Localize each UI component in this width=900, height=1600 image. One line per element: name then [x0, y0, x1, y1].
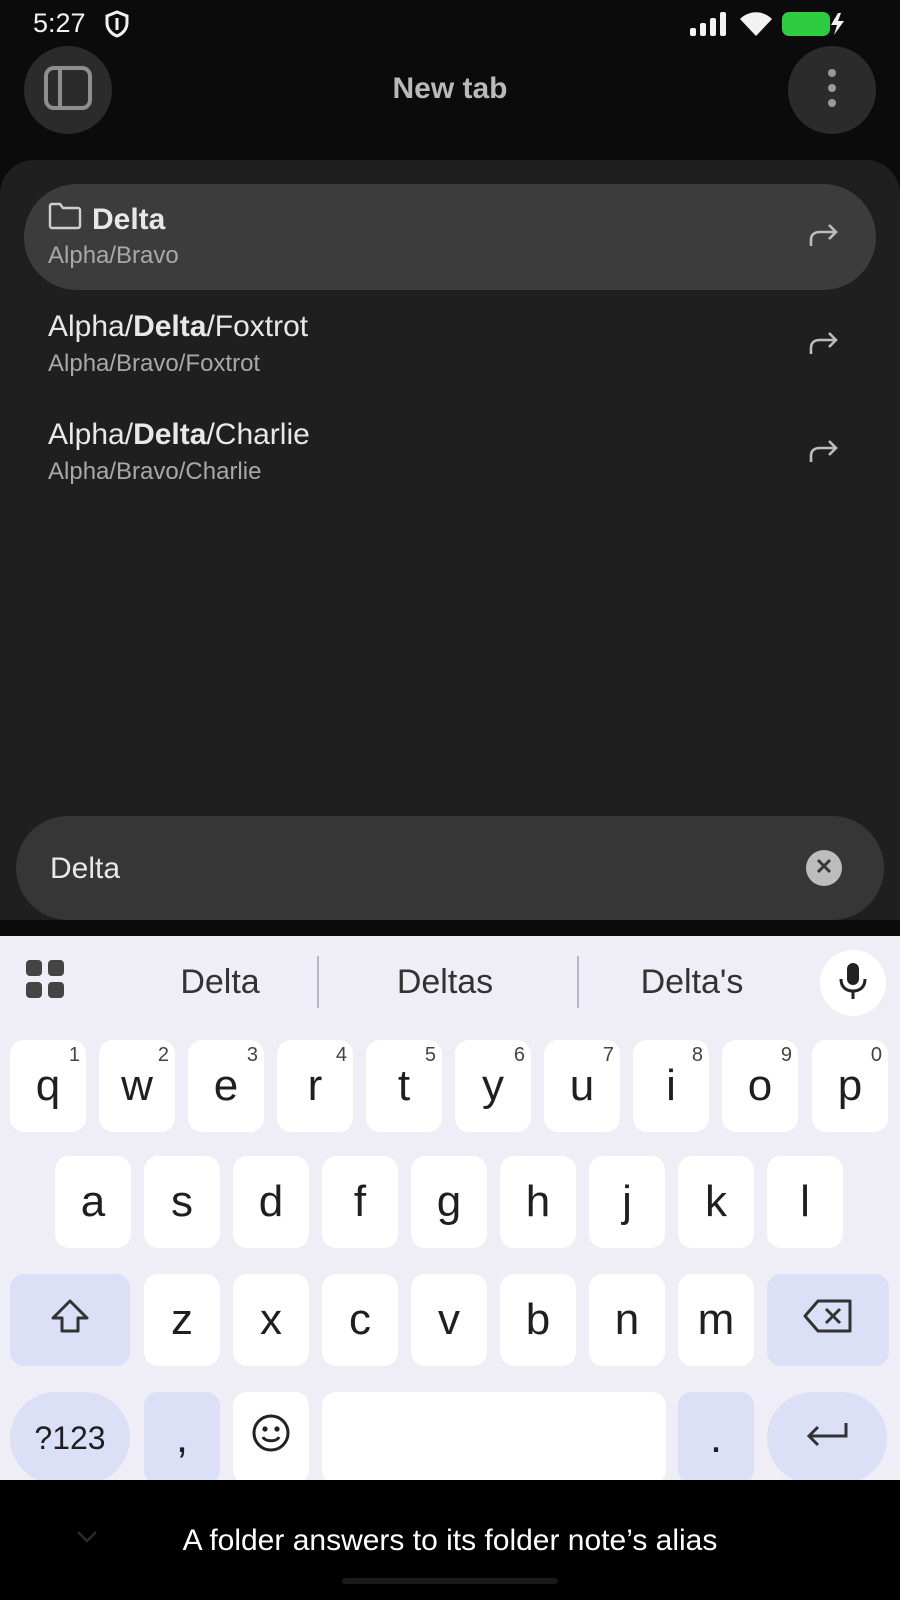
search-input[interactable] — [48, 840, 792, 898]
period-key[interactable]: . — [678, 1392, 754, 1484]
word-suggestion[interactable]: Deltas — [345, 958, 545, 1006]
suggestion-divider — [317, 956, 319, 1008]
key-s[interactable]: s — [144, 1156, 220, 1248]
home-indicator[interactable] — [342, 1578, 558, 1584]
result-path: Alpha/Bravo/Charlie — [48, 458, 262, 485]
caption-bar: A folder answers to its folder note’s al… — [0, 1480, 900, 1600]
result-title: Delta — [48, 202, 165, 238]
shift-icon — [50, 1295, 90, 1345]
enter-key[interactable] — [767, 1392, 887, 1484]
search-bar — [16, 816, 884, 920]
key-k[interactable]: k — [678, 1156, 754, 1248]
key-d[interactable]: d — [233, 1156, 309, 1248]
caption-text: A folder answers to its folder note’s al… — [182, 1524, 718, 1557]
key-j[interactable]: j — [589, 1156, 665, 1248]
result-title: Alpha/Delta/Foxtrot — [48, 310, 309, 343]
clear-search-button[interactable] — [806, 850, 842, 886]
battery-charging-icon — [782, 11, 846, 42]
apps-grid-icon[interactable] — [24, 958, 66, 1005]
result-title-match: Delta — [92, 203, 166, 236]
suggestion-strip: Delta Deltas Delta's — [0, 936, 900, 1028]
key-w[interactable]: w2 — [99, 1040, 175, 1132]
result-title: Alpha/Delta/Charlie — [48, 418, 310, 451]
key-x[interactable]: x — [233, 1274, 309, 1366]
emoji-icon — [251, 1413, 291, 1464]
wifi-icon — [738, 10, 774, 43]
symbols-key[interactable]: ?123 — [10, 1392, 130, 1484]
shift-key[interactable] — [10, 1274, 130, 1366]
mic-icon — [838, 961, 868, 1006]
search-result[interactable]: Alpha/Delta/Charlie Alpha/Bravo/Charlie — [24, 400, 876, 506]
result-title-match: Delta — [133, 418, 207, 451]
key-t[interactable]: t5 — [366, 1040, 442, 1132]
key-r[interactable]: r4 — [277, 1040, 353, 1132]
share-arrow-icon[interactable] — [808, 330, 840, 361]
key-v[interactable]: v — [411, 1274, 487, 1366]
voice-input-button[interactable] — [820, 950, 886, 1016]
key-b[interactable]: b — [500, 1274, 576, 1366]
search-result[interactable]: Delta Alpha/Bravo — [24, 184, 876, 290]
key-q[interactable]: q1 — [10, 1040, 86, 1132]
key-u[interactable]: u7 — [544, 1040, 620, 1132]
key-p[interactable]: p0 — [812, 1040, 888, 1132]
key-f[interactable]: f — [322, 1156, 398, 1248]
key-y[interactable]: y6 — [455, 1040, 531, 1132]
search-result[interactable]: Alpha/Delta/Foxtrot Alpha/Bravo/Foxtrot — [24, 292, 876, 398]
more-options-button[interactable] — [788, 46, 876, 134]
suggestions-panel: Delta Alpha/Bravo Alpha/Delta/Foxtrot Al… — [0, 160, 900, 920]
key-e[interactable]: e3 — [188, 1040, 264, 1132]
share-arrow-icon[interactable] — [808, 222, 840, 253]
backspace-key[interactable] — [767, 1274, 889, 1366]
enter-icon — [804, 1413, 850, 1463]
signal-icon — [690, 12, 726, 41]
result-title-match: Delta — [133, 310, 207, 343]
emoji-key[interactable] — [233, 1392, 309, 1484]
result-path: Alpha/Bravo — [48, 242, 179, 269]
result-path: Alpha/Bravo/Foxtrot — [48, 350, 261, 377]
key-c[interactable]: c — [322, 1274, 398, 1366]
key-m[interactable]: m — [678, 1274, 754, 1366]
shield-icon — [104, 10, 130, 43]
key-h[interactable]: h — [500, 1156, 576, 1248]
space-bar[interactable] — [322, 1392, 666, 1484]
key-g[interactable]: g — [411, 1156, 487, 1248]
key-l[interactable]: l — [767, 1156, 843, 1248]
top-bar: New tab — [0, 46, 900, 138]
key-z[interactable]: z — [144, 1274, 220, 1366]
key-a[interactable]: a — [55, 1156, 131, 1248]
share-arrow-icon[interactable] — [808, 438, 840, 469]
key-o[interactable]: o9 — [722, 1040, 798, 1132]
status-bar: 5:27 — [0, 0, 900, 48]
more-vert-icon — [826, 68, 838, 113]
backspace-icon — [802, 1295, 854, 1345]
close-icon — [815, 857, 833, 880]
word-suggestion[interactable]: Delta's — [592, 958, 792, 1006]
status-time: 5:27 — [33, 8, 86, 38]
key-n[interactable]: n — [589, 1274, 665, 1366]
folder-icon — [48, 202, 82, 238]
word-suggestion[interactable]: Delta — [120, 958, 320, 1006]
suggestion-divider — [577, 956, 579, 1008]
comma-key[interactable]: , — [144, 1392, 220, 1484]
page-title: New tab — [392, 72, 508, 105]
on-screen-keyboard: Delta Deltas Delta's q1 w2 e3 r4 t5 y6 u… — [0, 936, 900, 1484]
key-i[interactable]: i8 — [633, 1040, 709, 1132]
